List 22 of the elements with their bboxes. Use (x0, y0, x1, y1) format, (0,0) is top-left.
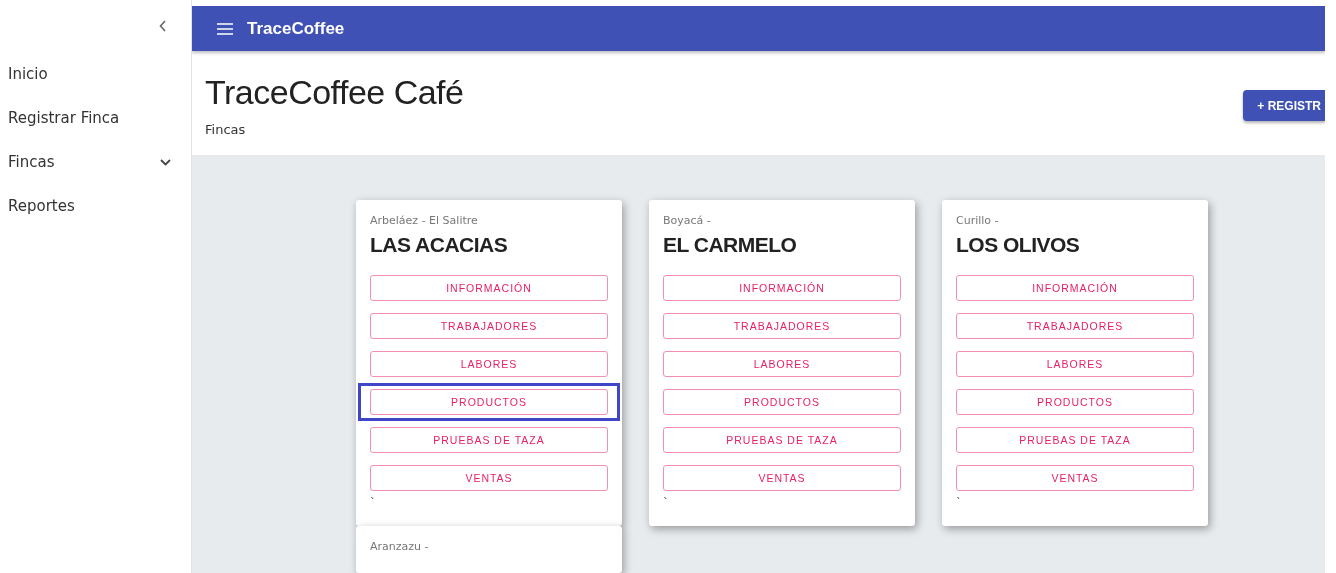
nav-item[interactable]: Fincas (0, 140, 191, 184)
farm-name: LAS ACACIAS (370, 233, 509, 257)
chevron-down-icon (160, 158, 171, 166)
nav-item[interactable]: Inicio (0, 52, 191, 96)
card-note: ` (663, 497, 670, 509)
farm-name: LOS OLIVOS (956, 233, 1081, 257)
register-button[interactable]: + REGISTR (1243, 90, 1325, 122)
farm-location: Aranzazu - (370, 540, 430, 553)
card-note: ` (370, 497, 377, 509)
card-note: ` (956, 497, 963, 509)
nav-item[interactable]: Registrar Finca (0, 96, 191, 140)
farm-action-button[interactable]: PRODUCTOS (358, 383, 620, 421)
chevron-left-icon[interactable] (159, 20, 167, 32)
menu-icon[interactable] (217, 22, 233, 35)
farm-location: Boyacá - (663, 214, 712, 227)
farm-location: Curillo - (956, 214, 1000, 227)
page-subtitle: Fincas (205, 122, 247, 138)
nav-item[interactable]: Reportes (0, 184, 191, 228)
farm-name: EL CARMELO (663, 233, 798, 257)
app-title: TraceCoffee (247, 18, 345, 39)
page-title: TraceCoffee Café (205, 73, 464, 113)
farm-location: Arbeláez - El Salitre (370, 214, 479, 227)
